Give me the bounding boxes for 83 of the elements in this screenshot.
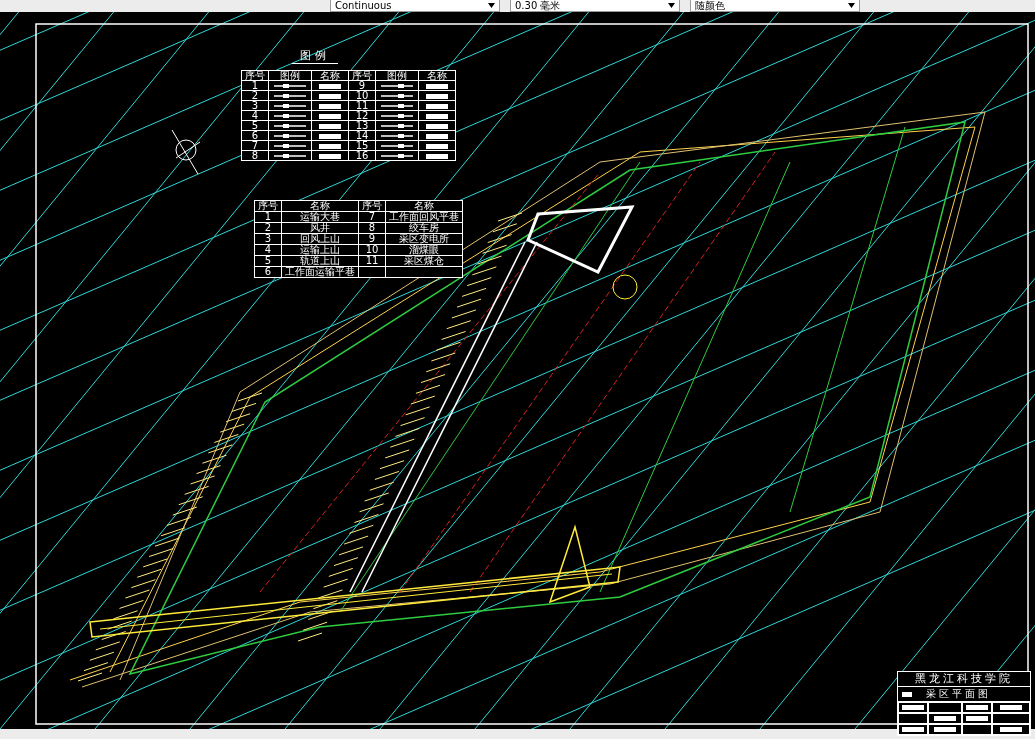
table-cell: 11 bbox=[348, 100, 376, 111]
line-symbol-icon bbox=[380, 133, 414, 139]
line-symbol-icon bbox=[273, 103, 307, 109]
field-mark bbox=[1000, 705, 1022, 710]
header-cell: 名称 bbox=[311, 70, 349, 81]
table-cell: 14 bbox=[348, 130, 376, 141]
drawing-title: 采区平面图 bbox=[926, 687, 991, 701]
field-mark bbox=[966, 705, 988, 710]
field-mark bbox=[934, 727, 956, 732]
table-cell: 8 bbox=[368, 222, 376, 233]
line-symbol-icon bbox=[380, 113, 414, 119]
table-cell: 工作面回风平巷 bbox=[389, 211, 459, 222]
caret-icon bbox=[848, 3, 855, 8]
line-symbol-icon bbox=[273, 123, 307, 129]
header-cell: 名称 bbox=[385, 200, 463, 212]
line-symbol-icon bbox=[380, 143, 414, 149]
table-cell: 7 bbox=[241, 140, 269, 151]
table-cell: 轨道上山 bbox=[281, 255, 359, 267]
line-symbol-icon bbox=[380, 123, 414, 129]
table-cell: 13 bbox=[348, 120, 376, 131]
table-cell: 采区煤仓 bbox=[404, 255, 444, 266]
table-cell: 6 bbox=[254, 266, 282, 278]
table-cell: 4 bbox=[241, 110, 269, 121]
field-mark bbox=[966, 716, 988, 721]
table-cell: 采区变电所 bbox=[399, 233, 449, 244]
header-cell: 图例 bbox=[268, 70, 312, 81]
caret-icon bbox=[488, 3, 495, 8]
table-cell: 15 bbox=[348, 140, 376, 151]
table-cell: 12 bbox=[348, 110, 376, 121]
line-symbol-icon bbox=[380, 103, 414, 109]
dropdown[interactable]: 0.30 毫米 bbox=[510, 0, 680, 12]
dropdown[interactable]: 随颜色 bbox=[690, 0, 860, 12]
label-mark bbox=[902, 691, 912, 697]
table-cell: 9 bbox=[348, 80, 376, 91]
field-mark bbox=[934, 716, 956, 721]
line-symbol-icon bbox=[273, 83, 307, 89]
dropdown[interactable]: Continuous bbox=[330, 0, 500, 12]
table-cell: 3 bbox=[254, 233, 282, 245]
caret-icon bbox=[668, 3, 675, 8]
table-cell: 风井 bbox=[281, 222, 359, 234]
school-name: 黑龙江科技学院 bbox=[898, 672, 1030, 687]
field-mark bbox=[902, 705, 924, 710]
header-cell: 名称 bbox=[418, 70, 456, 81]
header-cell: 序号 bbox=[348, 70, 376, 81]
field-mark bbox=[902, 727, 924, 732]
line-symbol-icon bbox=[273, 133, 307, 139]
table-cell: 10 bbox=[348, 90, 376, 101]
table-cell: 9 bbox=[368, 233, 376, 244]
table-cell: 16 bbox=[348, 150, 376, 161]
header-cell: 序号 bbox=[254, 200, 282, 212]
table-cell: 工作面运输平巷 bbox=[281, 266, 359, 278]
table-cell: 运输上山 bbox=[281, 244, 359, 256]
line-symbol-icon bbox=[273, 153, 307, 159]
table-cell: 3 bbox=[241, 100, 269, 111]
table-cell: 4 bbox=[254, 244, 282, 256]
line-symbol-icon bbox=[273, 93, 307, 99]
table-cell: 8 bbox=[241, 150, 269, 161]
header-cell: 图例 bbox=[375, 70, 419, 81]
line-symbol-icon bbox=[273, 143, 307, 149]
table-cell: 2 bbox=[254, 222, 282, 234]
table-cell: 11 bbox=[365, 255, 379, 266]
line-symbol-icon bbox=[380, 83, 414, 89]
line-symbol-icon bbox=[380, 153, 414, 159]
table-cell: 7 bbox=[368, 211, 376, 222]
header-cell: 序号 bbox=[358, 200, 386, 212]
table-cell: 1 bbox=[241, 80, 269, 91]
table-cell: 运输大巷 bbox=[281, 211, 359, 223]
table-cell: 10 bbox=[365, 244, 379, 255]
table-cell: 6 bbox=[241, 130, 269, 141]
table-cell: 2 bbox=[241, 90, 269, 101]
legend-title: 图例 bbox=[292, 48, 338, 64]
table-cell: 1 bbox=[254, 211, 282, 223]
field-mark bbox=[1000, 727, 1022, 732]
header-cell: 名称 bbox=[281, 200, 359, 212]
north-arrow-icon bbox=[171, 129, 201, 175]
table-cell: 5 bbox=[241, 120, 269, 131]
line-symbol-icon bbox=[380, 93, 414, 99]
table-cell: 回风上山 bbox=[281, 233, 359, 245]
header-cell: 序号 bbox=[241, 70, 269, 81]
table-cell: 5 bbox=[254, 255, 282, 267]
table-cell: 溜煤眼 bbox=[409, 244, 439, 255]
line-symbol-icon bbox=[273, 113, 307, 119]
table-cell: 绞车房 bbox=[409, 222, 439, 233]
